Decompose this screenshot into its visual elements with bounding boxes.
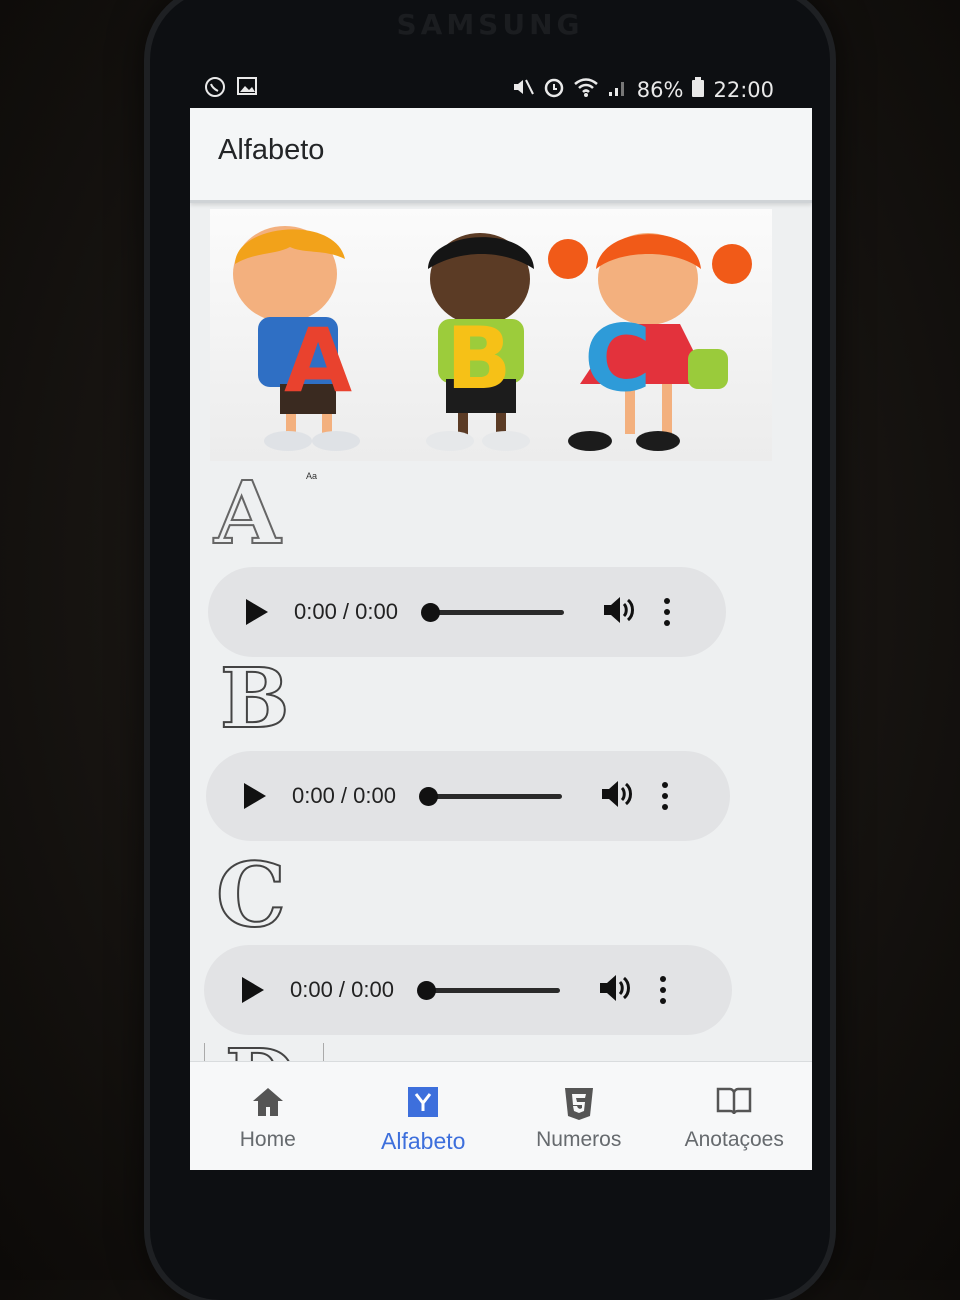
seek-slider[interactable] [420,602,564,622]
audio-player-b: 0:00 / 0:00 [206,751,730,841]
tab-home[interactable]: Home [190,1062,346,1170]
tab-alfabeto-label: Alfabeto [381,1128,466,1154]
clock: 22:00 [713,77,774,102]
tab-numeros[interactable]: Numeros [501,1062,657,1170]
y-badge-icon [407,1086,439,1123]
tab-anotacoes-label: Anotaçoes [684,1128,784,1151]
html5-icon [563,1086,595,1127]
battery-icon [691,76,705,103]
seek-slider[interactable] [418,786,562,806]
device-brand: SAMSUNG [396,8,584,41]
seek-slider[interactable] [416,980,560,1000]
audio-player-a: 0:00 / 0:00 [208,567,726,657]
seek-knob[interactable] [416,980,436,1000]
abc-kids-image: A B C [210,209,772,461]
hero-letter-a: A [284,309,353,412]
more-options-icon[interactable] [663,598,670,626]
whatsapp-icon [204,76,226,103]
status-bar: 86% 22:00 [196,72,784,108]
seek-knob[interactable] [418,786,438,806]
signal-icon [607,76,629,103]
letter-b-outline: B [219,651,290,747]
content-scroll[interactable]: A B C A Aa 0:00 / 0:00 B 0:00 / 0:00 C 0… [190,203,812,1083]
letter-b-card: B [219,657,290,741]
play-icon[interactable] [246,599,268,625]
audio-time: 0:00 / 0:00 [294,599,398,624]
play-icon[interactable] [244,783,266,809]
more-options-icon[interactable] [661,782,668,810]
tab-anotacoes[interactable]: Anotaçoes [657,1062,813,1170]
tab-alfabeto[interactable]: Alfabeto [346,1062,502,1170]
letter-c-card: C [215,850,287,940]
home-icon [251,1086,285,1123]
volume-icon[interactable] [598,973,632,1008]
app-screen: Alfabeto A B C A Aa 0:00 / 0:00 B 0:00 /… [190,108,812,1170]
open-book-icon [716,1086,752,1121]
play-icon[interactable] [242,977,264,1003]
letter-c-outline: C [215,843,287,947]
audio-time: 0:00 / 0:00 [292,783,396,808]
letter-a-note: Aa [306,471,318,481]
alarm-icon [543,76,565,103]
wifi-icon [573,76,599,103]
volume-icon[interactable] [600,779,634,814]
mute-icon [511,76,535,103]
hero-letter-c: C [584,305,652,412]
audio-player-c: 0:00 / 0:00 [204,945,732,1035]
seek-knob[interactable] [420,602,440,622]
bottom-tab-bar: Home Alfabeto Numeros Anotaçoes [190,1061,812,1170]
more-options-icon[interactable] [659,976,666,1004]
letter-a-card: A [213,470,282,558]
volume-icon[interactable] [602,595,636,630]
page-title: Alfabeto [218,134,325,166]
tab-numeros-label: Numeros [536,1128,622,1151]
tab-home-label: Home [239,1128,296,1151]
hero-letter-b: B [446,309,512,409]
battery-percent: 86% [636,77,684,102]
app-bar: Alfabeto [190,108,812,203]
gallery-icon [236,76,258,103]
audio-time: 0:00 / 0:00 [290,977,394,1002]
letter-a-outline: A [213,463,282,564]
